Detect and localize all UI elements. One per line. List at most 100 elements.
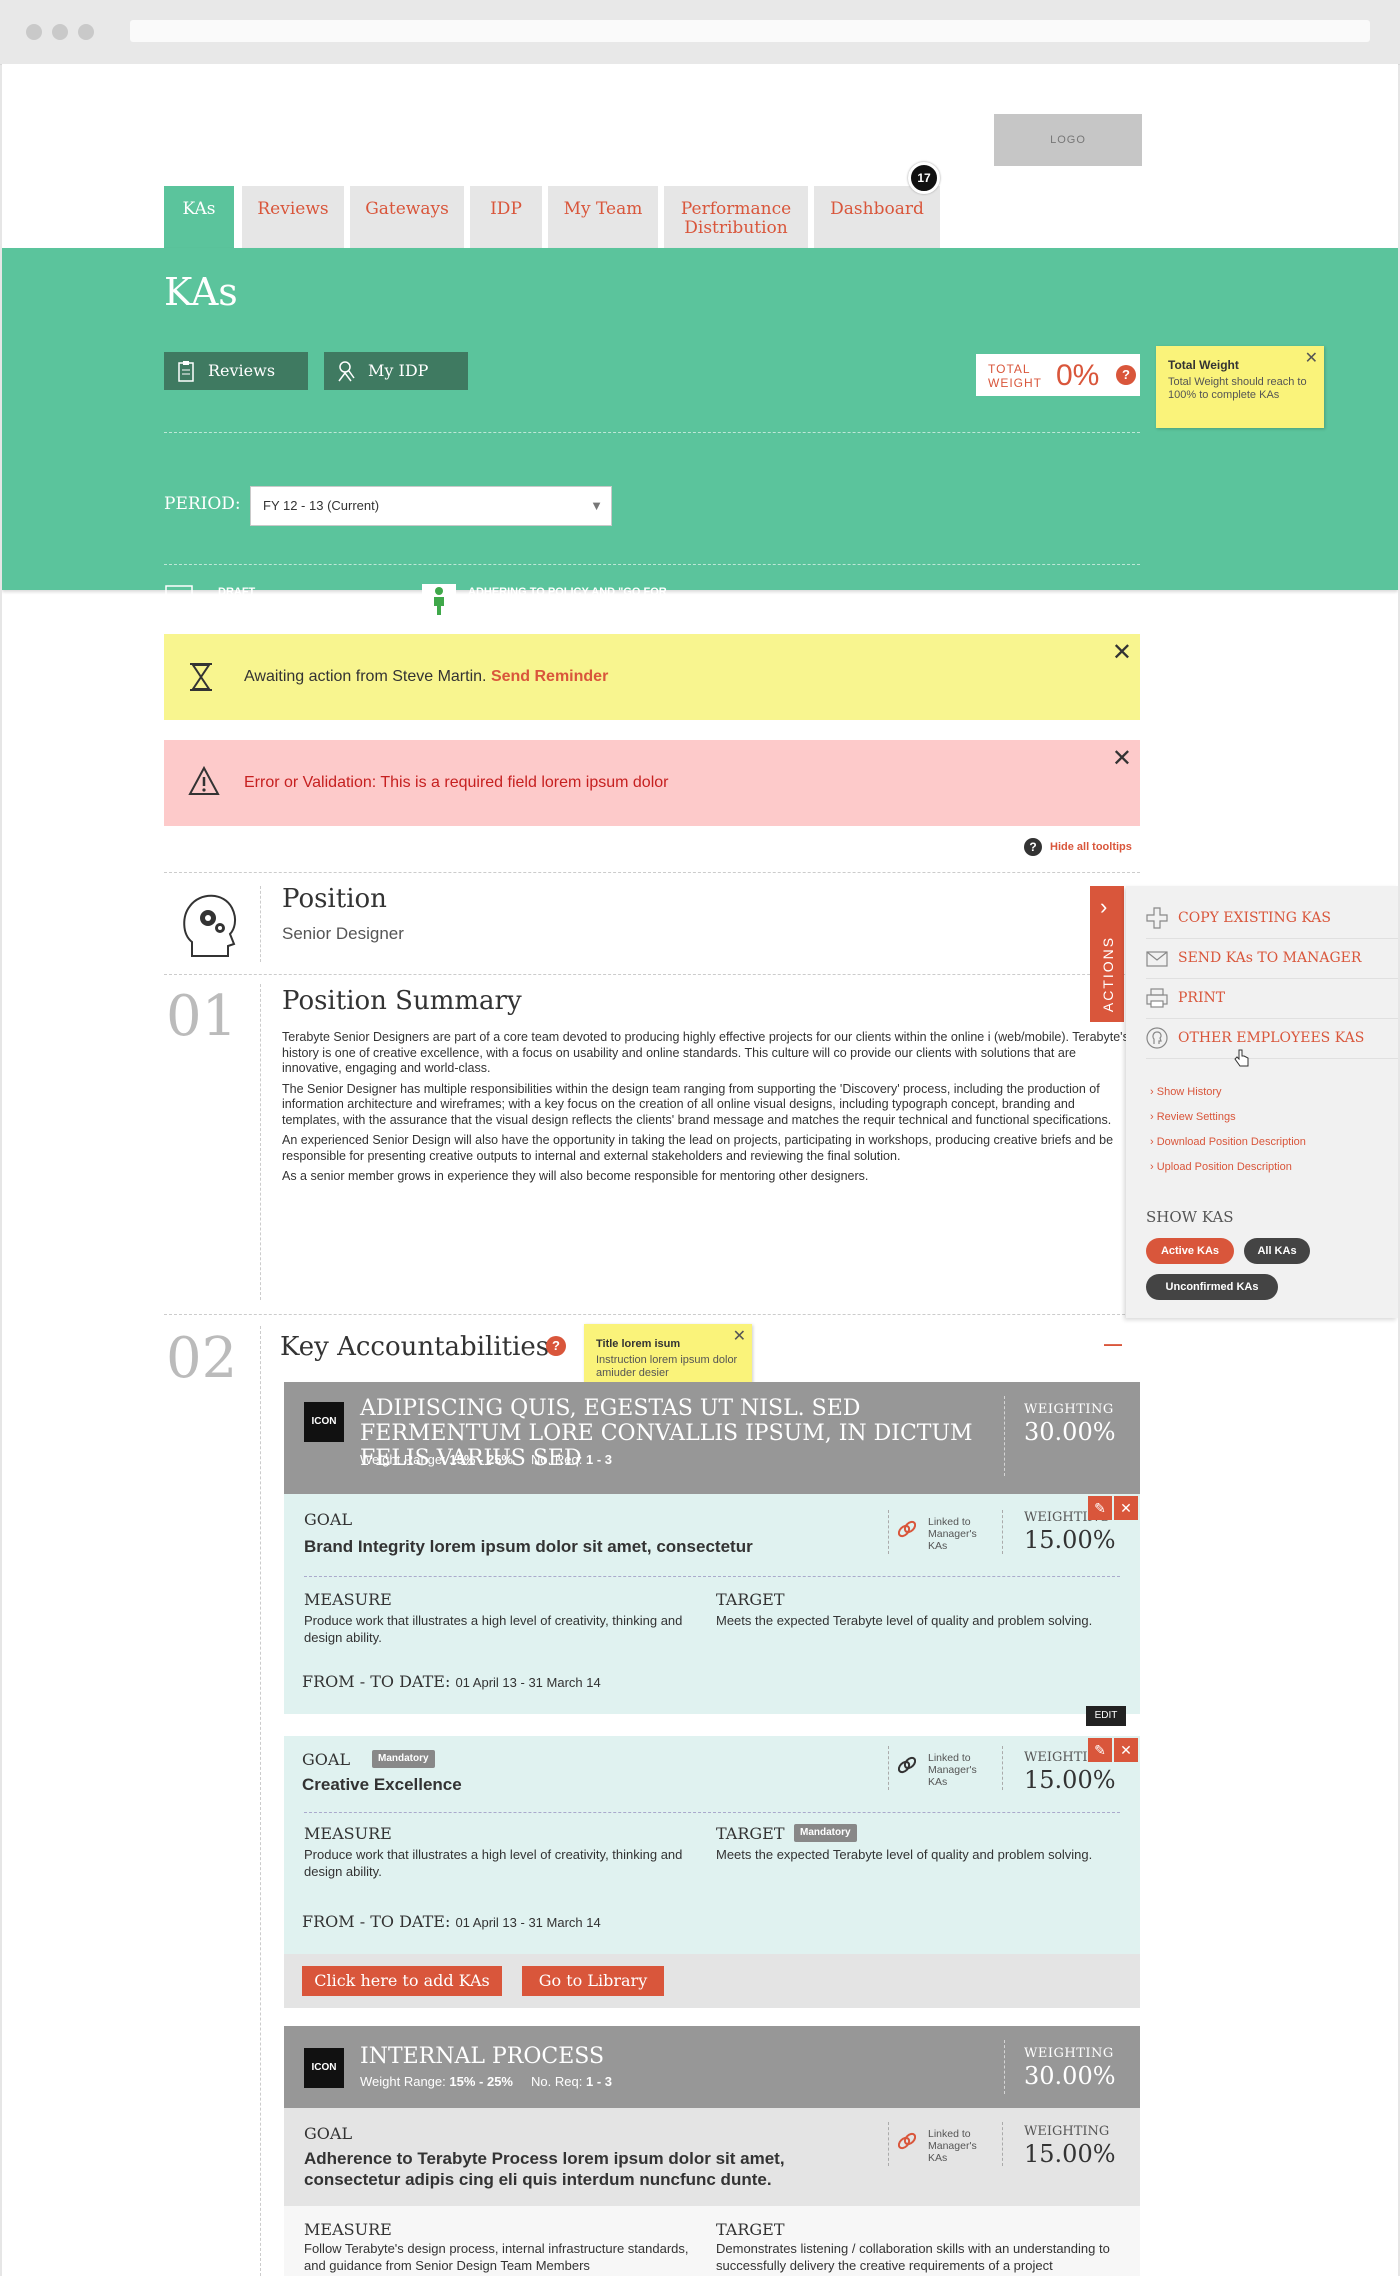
tab-performance-distribution[interactable]: Performance Distribution	[664, 186, 808, 248]
ka-group-header[interactable]: ICON ADIPISCING QUIS, EGESTAS UT NISL. S…	[284, 1382, 1140, 1494]
awaiting-text: Awaiting action from Steve Martin.	[244, 668, 487, 685]
tab-gateways[interactable]: Gateways	[350, 186, 464, 248]
target-label: TARGET	[716, 1824, 785, 1843]
delete-button[interactable]: ✕	[1114, 1496, 1138, 1520]
awaiting-message: Awaiting action from Steve Martin. Send …	[244, 668, 608, 686]
show-history-link[interactable]: › Show History	[1150, 1086, 1222, 1098]
ka-group-header[interactable]: ICON INTERNAL PROCESS Weight Range: 15% …	[284, 2026, 1140, 2108]
notification-badge[interactable]: 17	[908, 162, 940, 194]
tooltip-body: Total Weight should reach to 100% to com…	[1168, 376, 1307, 401]
status-draft: DRAFT as at 30 May 2013	[218, 584, 317, 615]
status-policy: ADHERING TO POLICY AND "GO FOR GREEN" ST…	[468, 584, 688, 631]
period-select[interactable]: FY 12 - 13 (Current) ▼	[250, 486, 612, 526]
download-position-description-link[interactable]: › Download Position Description	[1150, 1136, 1306, 1148]
total-weight-tooltip: ✕ Total Weight Total Weight should reach…	[1156, 346, 1324, 428]
actions-toggle[interactable]: › ACTIONS	[1090, 886, 1124, 1022]
add-kas-button[interactable]: Click here to add KAs	[302, 1966, 502, 1996]
delete-button[interactable]: ✕	[1114, 1738, 1138, 1762]
ka-group-title: INTERNAL PROCESS	[360, 2044, 605, 2069]
divider	[888, 1510, 889, 1554]
tab-reviews[interactable]: Reviews	[242, 186, 344, 248]
upload-position-description-link[interactable]: › Upload Position Description	[1150, 1161, 1292, 1173]
link-icon[interactable]	[898, 1520, 916, 1538]
period-label: PERIOD:	[164, 494, 241, 514]
divider	[260, 886, 261, 962]
tab-kas[interactable]: KAs	[164, 186, 234, 248]
measure-text: Produce work that illustrates a high lev…	[304, 1847, 683, 1879]
chevron-right-icon: ›	[1100, 894, 1108, 919]
close-icon[interactable]: ✕	[1305, 348, 1318, 368]
divider	[164, 872, 1140, 873]
from-to-date: FROM - TO DATE: 01 April 13 - 31 March 1…	[302, 1672, 601, 1691]
help-icon[interactable]: ?	[546, 1336, 566, 1356]
divider	[1002, 2122, 1003, 2166]
linked-to-manager-label: Linked to Manager's KAs	[928, 1516, 977, 1552]
reviews-button[interactable]: Reviews	[164, 352, 308, 390]
go-to-library-button[interactable]: Go to Library	[522, 1966, 664, 1996]
review-settings-link[interactable]: › Review Settings	[1150, 1111, 1236, 1123]
show-kas-label: SHOW KAS	[1146, 1208, 1234, 1226]
error-alert: Error or Validation: This is a required …	[164, 740, 1140, 826]
weight-range: Weight Range: 15% - 25% No. Req: 1 - 3	[360, 1452, 612, 1467]
summary-paragraph: The Senior Designer has multiple respons…	[282, 1081, 1112, 1127]
summary-paragraph: An experienced Senior Design will also h…	[282, 1133, 1114, 1163]
all-kas-filter[interactable]: All KAs	[1244, 1238, 1310, 1264]
close-icon[interactable]: ✕	[1112, 638, 1132, 667]
window-dot[interactable]	[26, 24, 42, 40]
copy-existing-kas-action[interactable]: COPY EXISTING KAS	[1146, 898, 1398, 939]
other-employees-kas-action[interactable]: OTHER EMPLOYEES KAS	[1146, 1018, 1398, 1059]
send-kas-to-manager-action[interactable]: SEND KAs TO MANAGER	[1146, 938, 1398, 979]
category-icon: ICON	[304, 2048, 344, 2088]
clipboard-icon	[178, 361, 194, 382]
printer-icon	[1146, 988, 1168, 1008]
hand-cursor-icon	[1234, 1049, 1249, 1067]
add-ka-bar: Click here to add KAs Go to Library	[284, 1954, 1140, 2008]
target-text: Meets the expected Terabyte level of qua…	[716, 1847, 1093, 1862]
print-action[interactable]: PRINT	[1146, 978, 1398, 1019]
link-icon[interactable]	[898, 2132, 916, 2150]
total-weight-box: TOTAL WEIGHT 0% ?	[976, 354, 1140, 396]
measure-text: Produce work that illustrates a high lev…	[304, 1613, 683, 1645]
divider	[1004, 2040, 1005, 2094]
weighting-label: WEIGHTING	[1024, 1402, 1114, 1417]
position-summary-title: Position Summary	[282, 986, 522, 1016]
address-bar[interactable]	[130, 20, 1370, 42]
tab-my-team[interactable]: My Team	[548, 186, 658, 248]
close-icon[interactable]: ✕	[733, 1326, 746, 1346]
go-to-gateways-link[interactable]: › Go to Gateways	[468, 616, 561, 630]
tooltip-body: Instruction lorem ipsum dolor amiuder de…	[596, 1354, 738, 1379]
total-weight-value: 0%	[1056, 359, 1100, 392]
linked-to-manager-label: Linked to Manager's KAs	[928, 1752, 977, 1788]
help-icon[interactable]: ?	[1116, 365, 1136, 385]
reviews-button-label: Reviews	[208, 361, 276, 380]
window-dot[interactable]	[52, 24, 68, 40]
weight-range: Weight Range: 15% - 25% No. Req: 1 - 3	[360, 2074, 612, 2089]
edit-button[interactable]: ✎	[1088, 1496, 1112, 1520]
window-dot[interactable]	[78, 24, 94, 40]
weighting-value: 15.00%	[1024, 1766, 1116, 1794]
tab-idp[interactable]: IDP	[470, 186, 542, 248]
send-reminder-link[interactable]: Send Reminder	[491, 668, 608, 685]
weighting-value: 30.00%	[1024, 2062, 1116, 2090]
my-idp-button[interactable]: My IDP	[324, 352, 468, 390]
envelope-icon	[1146, 951, 1168, 967]
person-icon	[338, 361, 355, 382]
active-kas-filter[interactable]: Active KAs	[1146, 1238, 1234, 1264]
close-icon[interactable]: ✕	[1112, 744, 1132, 773]
help-icon: ?	[1024, 838, 1042, 856]
section-number: 02	[166, 1326, 238, 1391]
edit-button[interactable]: ✎	[1088, 1738, 1112, 1762]
awaiting-alert: Awaiting action from Steve Martin. Send …	[164, 634, 1140, 720]
tab-dashboard[interactable]: Dashboard	[814, 186, 940, 248]
link-icon[interactable]	[898, 1756, 916, 1774]
divider	[164, 1314, 1140, 1315]
hourglass-icon	[190, 663, 212, 691]
warning-icon	[188, 766, 220, 795]
collapse-icon[interactable]: —	[1104, 1334, 1122, 1355]
hero-banner: KAs Reviews My IDP TOTAL WEIGHT 0% ? ✕ T…	[2, 248, 1398, 630]
actions-panel: COPY EXISTING KAS SEND KAs TO MANAGER PR…	[1126, 886, 1398, 1318]
position-value: Senior Designer	[282, 924, 404, 943]
measure-label: MEASURE	[304, 2220, 392, 2239]
hide-tooltips-link[interactable]: ? Hide all tooltips	[1024, 838, 1132, 856]
unconfirmed-kas-filter[interactable]: Unconfirmed KAs	[1146, 1274, 1278, 1300]
